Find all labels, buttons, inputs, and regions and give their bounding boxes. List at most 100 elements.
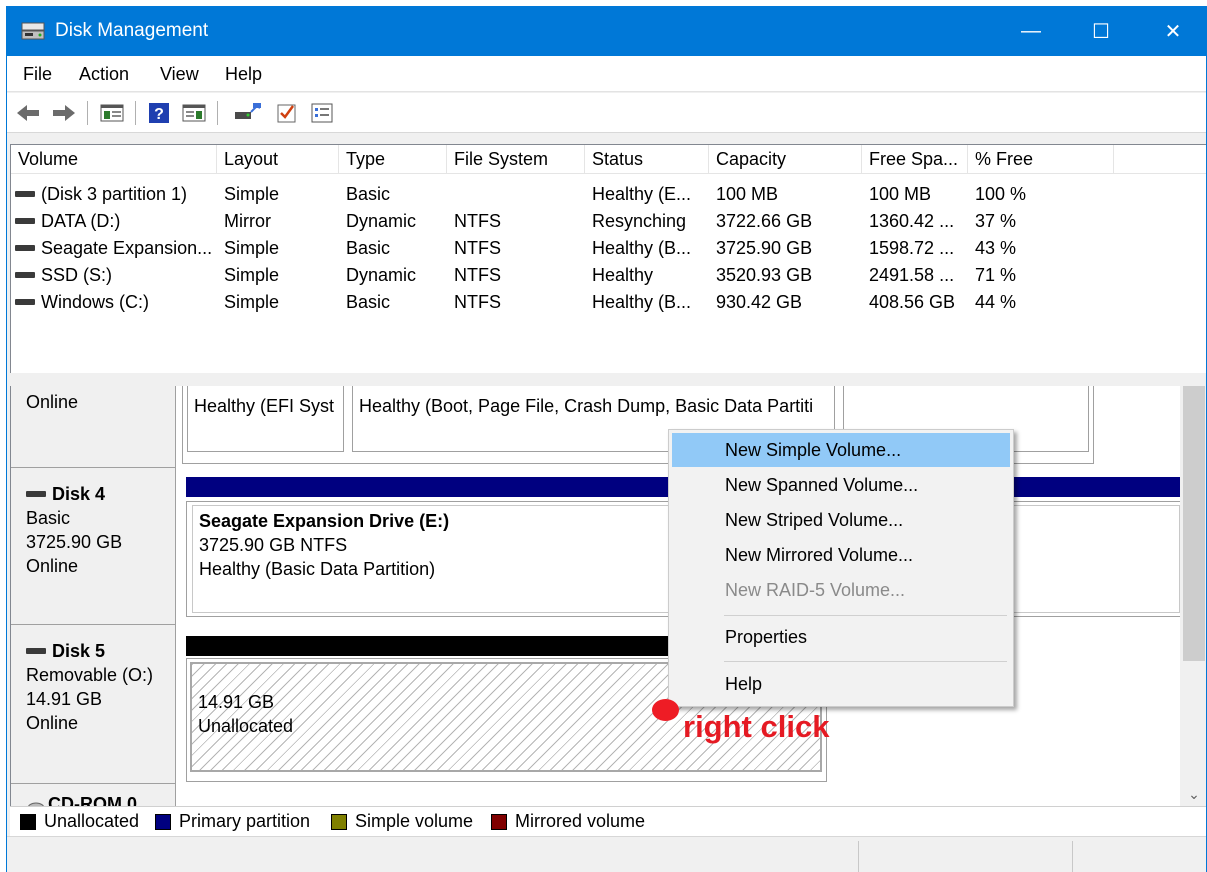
column-header-free-space[interactable]: Free Spa... [862,145,968,174]
scroll-down-icon[interactable]: ⌄ [1180,786,1206,806]
status-separator [1072,841,1073,872]
legend-item-unallocated: Unallocated [20,811,139,832]
percent-free-cell: 100 % [975,184,1027,204]
volume-cell: SSD (S:) [15,262,215,289]
layout-cell: Simple [224,238,280,258]
file-system-cell: NTFS [454,265,501,285]
properties-menu-item[interactable]: Properties [672,620,1010,654]
volume-list-header: Volume Layout Type File System Status Ca… [11,145,1206,174]
type-cell: Dynamic [346,211,417,231]
legend-label: Mirrored volume [515,811,646,831]
column-header-file-system[interactable]: File System [447,145,585,174]
disk-4-label[interactable]: Disk 4 Basic 3725.90 GB Online [11,468,176,625]
disk-name: CD-ROM 0 [48,794,137,806]
cdrom-icon [26,798,46,806]
show-hide-action-pane-icon[interactable] [181,101,207,125]
disk-3-label[interactable]: Online [11,386,176,468]
volume-row[interactable]: SSD (S:) Simple Dynamic NTFS Healthy 352… [11,262,1206,289]
layout-cell: Mirror [224,211,271,231]
connect-disk-icon[interactable] [233,101,263,125]
partition-status: Healthy (EFI Syst [194,396,335,416]
menu-help[interactable]: Help [225,64,262,85]
drive-icon [15,190,35,197]
close-button[interactable]: ✕ [1137,7,1206,56]
file-system-cell: NTFS [454,238,501,258]
free-space-cell: 1360.42 ... [869,211,955,231]
volume-name: Seagate Expansion... [41,238,213,258]
disk-5-label[interactable]: Disk 5 Removable (O:) 14.91 GB Online [11,625,176,784]
show-hide-console-tree-icon[interactable] [99,101,125,125]
properties-icon[interactable] [309,101,335,125]
type-cell: Basic [346,184,391,204]
volume-row[interactable]: Seagate Expansion... Simple Basic NTFS H… [11,235,1206,262]
new-simple-volume-menu-item[interactable]: New Simple Volume... [672,433,1010,467]
volume-row[interactable]: DATA (D:) Mirror Dynamic NTFS Resynching… [11,208,1206,235]
menu-action[interactable]: Action [79,64,129,85]
column-header-status[interactable]: Status [585,145,709,174]
new-striped-volume-menu-item[interactable]: New Striped Volume... [672,503,1010,537]
status-cell: Healthy (B... [592,292,692,312]
volume-cell: Windows (C:) [15,289,215,316]
drive-icon [26,490,46,497]
capacity-cell: 3722.66 GB [716,211,813,231]
vertical-scrollbar[interactable]: ⌄ [1180,386,1206,806]
capacity-cell: 100 MB [716,184,779,204]
volume-row[interactable]: Windows (C:) Simple Basic NTFS Healthy (… [11,289,1206,316]
file-system-cell: NTFS [454,211,501,231]
new-spanned-volume-menu-item[interactable]: New Spanned Volume... [672,468,1010,502]
menu-separator [724,661,1007,662]
legend-swatch [155,813,171,830]
legend: Unallocated Primary partition Simple vol… [10,806,1206,836]
title-bar[interactable]: Disk Management — ☐ ✕ [7,7,1206,56]
legend-item-simple-volume: Simple volume [331,811,473,832]
column-header-capacity[interactable]: Capacity [709,145,862,174]
volume-row[interactable]: (Disk 3 partition 1) Simple Basic Health… [11,181,1206,208]
maximize-icon: ☐ [1092,21,1110,43]
column-header-percent-free[interactable]: % Free [968,145,1114,174]
volume-name: Windows (C:) [41,292,150,312]
volume-list[interactable]: Volume Layout Type File System Status Ca… [10,144,1206,379]
help-icon[interactable]: ? [147,101,171,125]
disk-management-app-icon [21,21,45,41]
help-menu-item[interactable]: Help [672,667,1010,701]
percent-free-cell: 43 % [975,238,1017,258]
menu-file[interactable]: File [23,64,52,85]
volume-cell: DATA (D:) [15,208,215,235]
scrollbar-thumb[interactable] [1183,386,1205,661]
drive-icon [15,244,35,251]
free-space-cell: 408.56 GB [869,292,956,312]
checklist-icon[interactable] [275,101,299,125]
legend-item-primary-partition: Primary partition [155,811,310,832]
percent-free-cell: 37 % [975,211,1017,231]
drive-icon [15,217,35,224]
volume-cell: Seagate Expansion... [15,235,215,262]
menu-separator [724,615,1007,616]
disk-status: Online [26,392,79,412]
legend-label: Unallocated [44,811,140,831]
layout-cell: Simple [224,184,280,204]
new-raid5-volume-menu-item: New RAID-5 Volume... [725,580,906,600]
efi-partition[interactable]: Healthy (EFI Syst [187,386,344,452]
window-title: Disk Management [55,20,209,41]
column-header-layout[interactable]: Layout [217,145,339,174]
file-system-cell: NTFS [454,292,501,312]
drive-icon [15,298,35,305]
minimize-button[interactable]: — [995,7,1067,56]
new-mirrored-volume-menu-item[interactable]: New Mirrored Volume... [672,538,1010,572]
menu-view[interactable]: View [160,64,199,85]
forward-icon[interactable] [51,101,77,125]
capacity-cell: 3725.90 GB [716,238,813,258]
disk-name: Disk 5 [52,641,106,661]
minimize-icon: — [1021,20,1041,42]
legend-swatch [331,813,347,830]
back-icon[interactable] [15,101,41,125]
type-cell: Basic [346,292,391,312]
cdrom-label[interactable]: CD-ROM 0 [11,784,176,806]
disk-status: Online [26,713,79,733]
column-header-volume[interactable]: Volume [11,145,217,174]
maximize-button[interactable]: ☐ [1065,7,1137,56]
disk-name: Disk 4 [52,484,106,504]
capacity-cell: 3520.93 GB [716,265,813,285]
toolbar-separator [135,101,136,125]
column-header-type[interactable]: Type [339,145,447,174]
